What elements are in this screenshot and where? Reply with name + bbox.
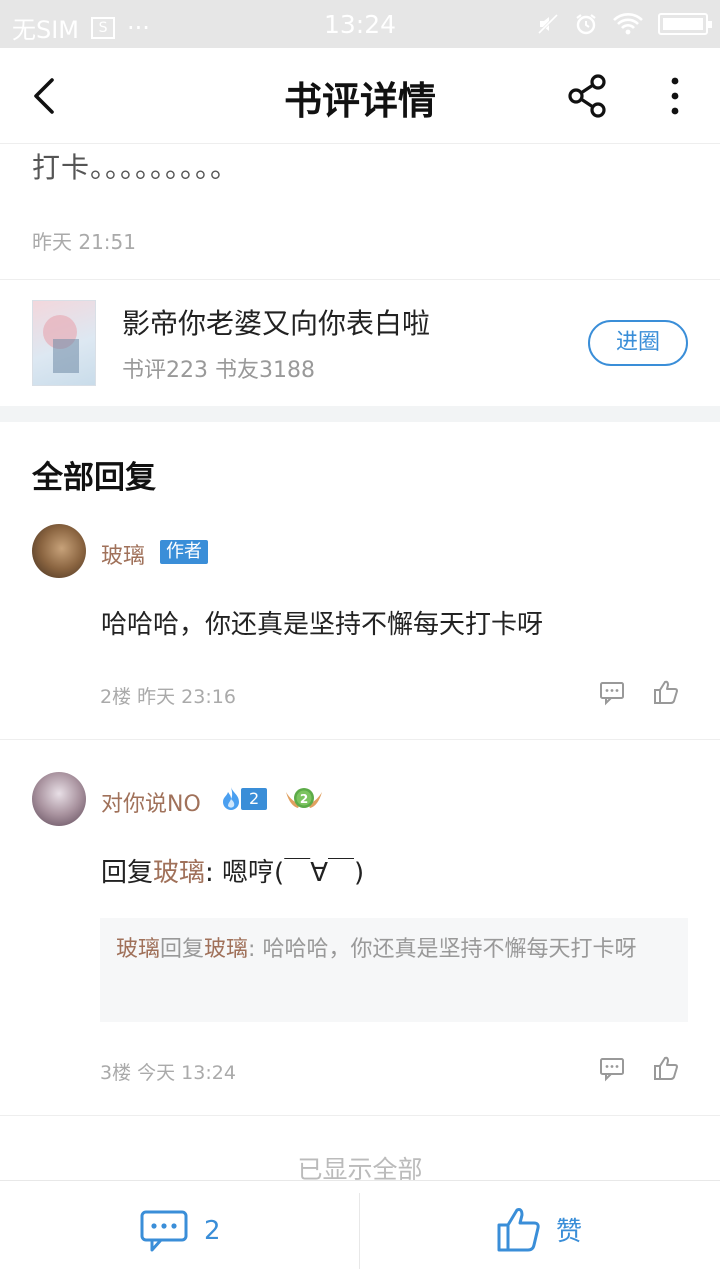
quote-reply-word: 回复: [160, 937, 205, 962]
wifi-icon: [613, 13, 643, 35]
fire-level-badge: 2: [219, 786, 268, 812]
reply-meta: 3楼 今天 13:24: [100, 1062, 236, 1084]
reply-username[interactable]: 对你说NO: [101, 786, 201, 818]
avatar[interactable]: [32, 772, 86, 826]
reply-prefix: 回复: [101, 858, 154, 888]
section-separator: [0, 406, 720, 422]
divider: [0, 1115, 720, 1116]
divider: [359, 1193, 360, 1269]
cover-art: [53, 339, 79, 373]
share-icon[interactable]: [564, 72, 612, 120]
reply-body: 哈哈哈，你还真是坚持不懈每天打卡呀: [101, 610, 544, 640]
replies-section-title: 全部回复: [32, 460, 156, 496]
medal-level: 2: [300, 792, 308, 806]
review-text: 打卡。。。。。。。。。: [32, 151, 240, 184]
avatar[interactable]: [32, 524, 86, 578]
book-title[interactable]: 影帝你老婆又向你表白啦: [122, 302, 430, 342]
page-title: 书评详情: [283, 78, 436, 123]
comment-icon[interactable]: [598, 1054, 626, 1082]
comment-icon[interactable]: [598, 678, 626, 706]
author-badge: 作者: [160, 540, 208, 564]
status-bar: 无SIM S ··· 13:24: [0, 0, 720, 48]
book-cover-image[interactable]: [32, 300, 96, 386]
quote-target[interactable]: 玻璃: [204, 937, 248, 962]
reply-meta: 2楼 昨天 23:16: [100, 686, 236, 708]
battery-icon: [658, 13, 712, 35]
like-icon[interactable]: [652, 678, 680, 706]
fire-level-number: 2: [241, 788, 268, 810]
reply-username[interactable]: 玻璃: [101, 538, 145, 570]
comment-count: 2: [204, 1216, 221, 1246]
book-stats: 书评223 书友3188: [122, 358, 315, 383]
like-icon[interactable]: [652, 1054, 680, 1082]
join-circle-button[interactable]: 进圈: [588, 320, 688, 366]
flame-icon: [223, 787, 239, 810]
review-timestamp: 昨天 21:51: [32, 230, 136, 254]
medal-icon: 2: [286, 788, 322, 808]
more-icon[interactable]: [660, 72, 690, 120]
book-card[interactable]: 影帝你老婆又向你表白啦 书评223 书友3188 进圈: [0, 280, 720, 406]
divider: [0, 739, 720, 740]
quote-text: : 哈哈哈，你还真是坚持不懈每天打卡呀: [248, 937, 637, 962]
nav-bar: 书评详情: [0, 48, 720, 144]
alarm-icon: [576, 14, 596, 35]
reply-body: 回复玻璃: 嗯哼(￣∀￣): [101, 852, 364, 889]
like-button[interactable]: 赞: [496, 1205, 582, 1253]
status-right: [536, 12, 712, 36]
like-label: 赞: [556, 1216, 583, 1247]
comment-icon[interactable]: [140, 1209, 188, 1253]
comment-button[interactable]: 2: [140, 1209, 221, 1253]
quote-username[interactable]: 玻璃: [116, 937, 160, 962]
reply-mention[interactable]: 玻璃: [153, 858, 205, 888]
quoted-reply: 玻璃回复玻璃: 哈哈哈，你还真是坚持不懈每天打卡呀: [100, 918, 688, 1022]
like-icon[interactable]: [496, 1205, 542, 1253]
bottom-action-bar: 2 赞: [0, 1180, 720, 1280]
mute-icon: [537, 13, 559, 35]
reply-text: : 嗯哼(￣∀￣): [205, 858, 365, 888]
